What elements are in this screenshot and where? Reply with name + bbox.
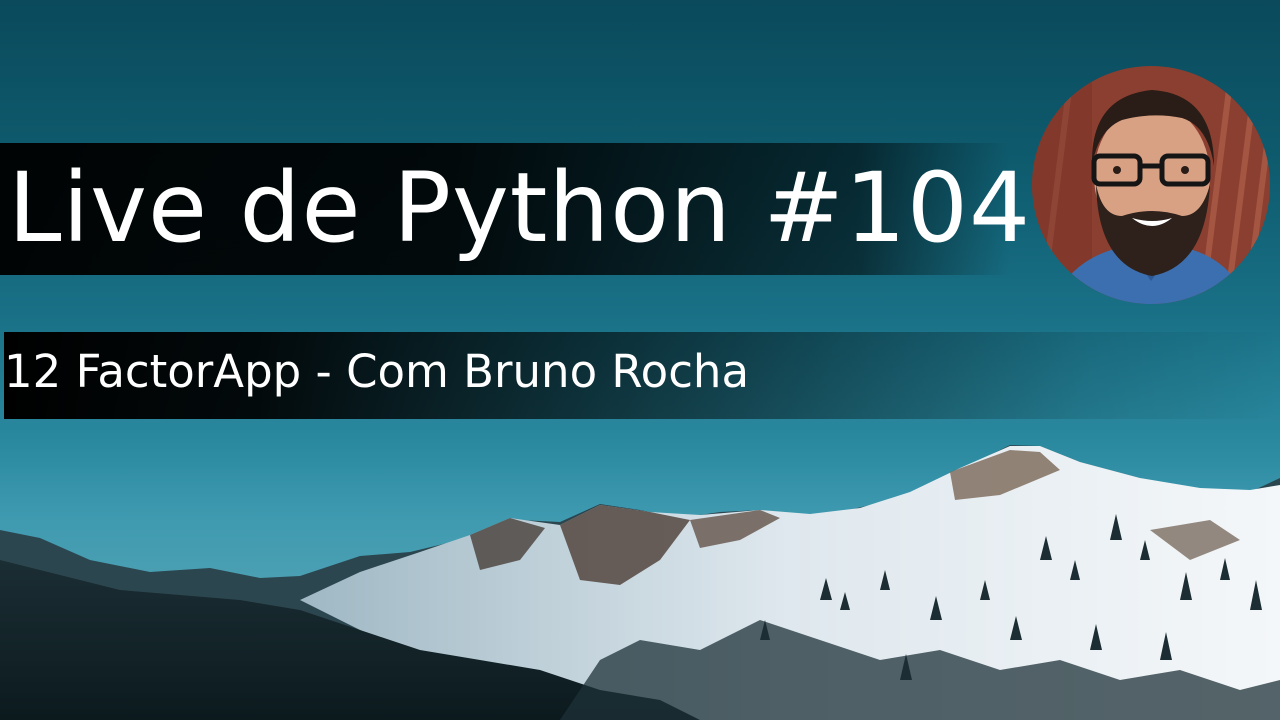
video-subtitle: 12 FactorApp - Com Bruno Rocha: [4, 345, 750, 398]
host-portrait-icon: [1032, 66, 1270, 304]
host-avatar: [1032, 66, 1270, 304]
video-title: Live de Python #104: [8, 152, 1032, 264]
